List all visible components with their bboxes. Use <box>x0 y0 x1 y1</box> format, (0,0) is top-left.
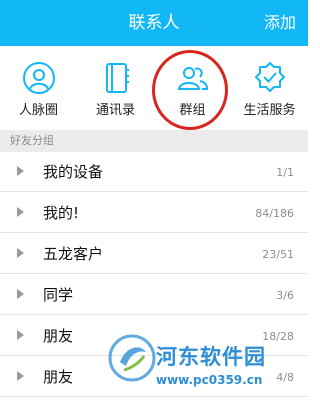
add-button[interactable]: 添加 <box>264 11 296 35</box>
group-row[interactable]: 朋友 18/28 <box>0 316 308 356</box>
quick-action-people-circle[interactable]: 人脉圈 <box>0 46 77 130</box>
section-title: 好友分组 <box>10 134 54 147</box>
group-name: 朋友 <box>43 368 74 386</box>
expand-arrow-icon <box>17 248 24 258</box>
quick-action-label: 群组 <box>179 103 206 118</box>
service-badge-icon <box>255 62 285 92</box>
group-name: 同学 <box>43 286 74 304</box>
group-icon <box>177 67 209 90</box>
group-count: 23/51 <box>262 248 294 261</box>
contacts-circle-icon <box>23 62 55 94</box>
group-count: 1/1 <box>276 166 294 179</box>
quick-action-life-services[interactable]: 生活服务 <box>231 46 308 130</box>
group-row[interactable]: 朋友 4/8 <box>0 357 308 397</box>
page-title: 联系人 <box>128 13 180 33</box>
group-count: 18/28 <box>262 330 294 343</box>
group-name: 我的设备 <box>43 163 104 181</box>
quick-action-groups[interactable]: 群组 <box>154 46 231 130</box>
group-row[interactable]: 我的! 84/186 <box>0 193 308 233</box>
expand-arrow-icon <box>17 207 24 217</box>
group-count: 4/8 <box>276 371 294 384</box>
section-header: 好友分组 <box>0 130 308 152</box>
expand-arrow-icon <box>17 330 24 340</box>
group-count: 3/6 <box>276 289 294 302</box>
group-name: 我的! <box>43 204 80 222</box>
group-row[interactable]: 我的设备 1/1 <box>0 152 308 192</box>
expand-arrow-icon <box>17 166 24 176</box>
group-name: 朋友 <box>43 327 74 345</box>
expand-arrow-icon <box>17 289 24 299</box>
quick-action-label: 人脉圈 <box>18 103 58 118</box>
quick-actions-bar: 人脉圈 通讯录 群组 生活服务 <box>0 46 308 130</box>
group-name: 五龙客户 <box>43 245 104 263</box>
quick-action-label: 生活服务 <box>243 103 296 118</box>
quick-action-address-book[interactable]: 通讯录 <box>77 46 154 130</box>
address-book-icon <box>106 63 129 93</box>
app-header: 联系人 添加 <box>0 0 308 46</box>
expand-arrow-icon <box>17 371 24 381</box>
group-row[interactable]: 五龙客户 23/51 <box>0 234 308 274</box>
group-row[interactable]: 同学 3/6 <box>0 275 308 315</box>
quick-action-label: 通讯录 <box>95 103 135 118</box>
group-count: 84/186 <box>255 207 294 220</box>
